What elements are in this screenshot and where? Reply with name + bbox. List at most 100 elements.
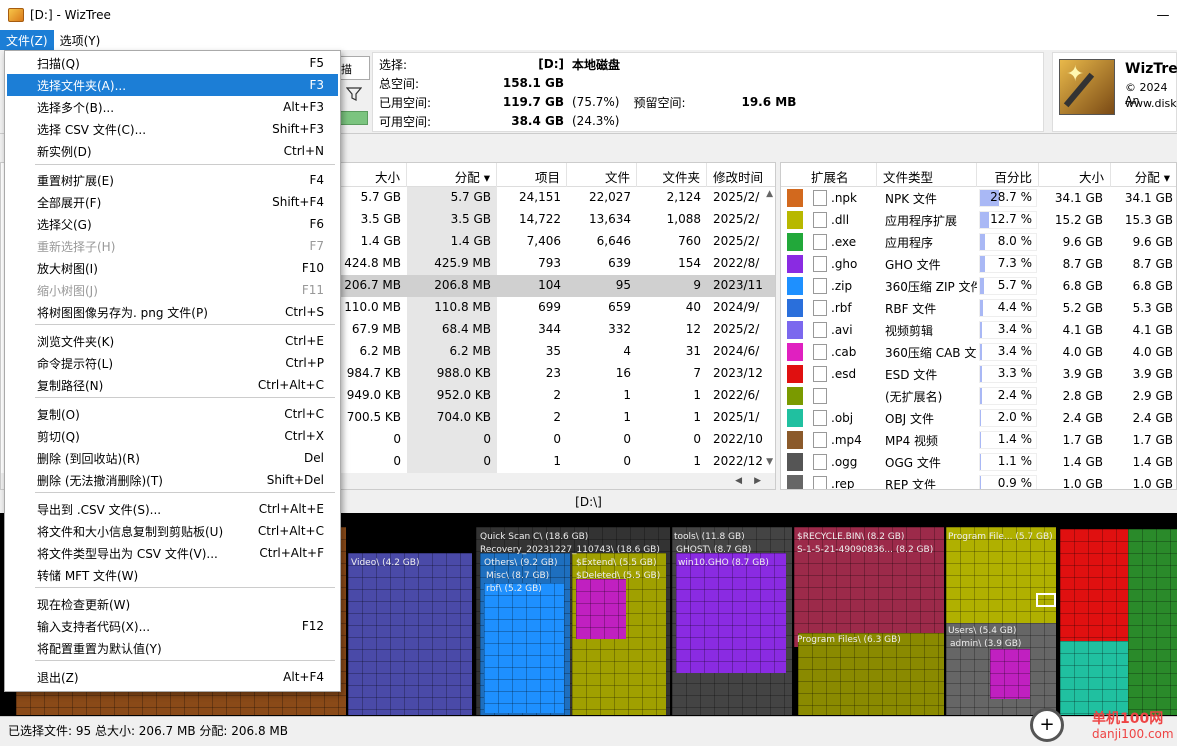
- menu-item-label: 将树图图像另存为. png 文件(P): [37, 305, 208, 320]
- tree-cell: 988.0 KB: [407, 363, 497, 385]
- treemap-block[interactable]: [348, 553, 472, 715]
- tree-row[interactable]: 700.5 KB 704.0 KB 2 1 1 2025/1/: [337, 407, 775, 429]
- treemap-block[interactable]: [1060, 529, 1128, 641]
- treemap-label: S-1-5-21-49090836... (8.2 GB): [797, 545, 934, 555]
- ext-row[interactable]: .npk NPK 文件 28.7 % 34.1 GB 34.1 GB: [781, 187, 1175, 209]
- file-menu-item[interactable]: 放大树图(I) F10: [7, 257, 338, 279]
- tree-row[interactable]: 0 0 1 0 1 2022/12: [337, 451, 775, 473]
- tree-col-header[interactable]: 分配 ▾: [407, 163, 497, 187]
- file-menu-item[interactable]: 输入支持者代码(X)... F12: [7, 615, 338, 637]
- tree-row[interactable]: 6.2 MB 6.2 MB 35 4 31 2024/6/: [337, 341, 775, 363]
- file-menu-item[interactable]: 浏览文件夹(K) Ctrl+E: [7, 330, 338, 352]
- ext-row[interactable]: .obj OBJ 文件 2.0 % 2.4 GB 2.4 GB: [781, 407, 1175, 429]
- percent-text: 28.7 %: [990, 190, 1032, 204]
- ext-row[interactable]: .ogg OGG 文件 1.1 % 1.4 GB 1.4 GB: [781, 451, 1175, 473]
- logo-name: WizTree: [1125, 61, 1177, 77]
- file-menu-item[interactable]: 复制(O) Ctrl+C: [7, 403, 338, 425]
- tree-row[interactable]: 206.7 MB 206.8 MB 104 95 9 2023/11: [337, 275, 775, 297]
- percent-bar: [980, 366, 983, 382]
- ext-type: 360压缩 CAB 文件: [885, 345, 977, 360]
- file-menu-item[interactable]: 删除 (到回收站)(R) Del: [7, 447, 338, 469]
- file-menu-item[interactable]: 命令提示符(L) Ctrl+P: [7, 352, 338, 374]
- ext-row[interactable]: .esd ESD 文件 3.3 % 3.9 GB 3.9 GB: [781, 363, 1175, 385]
- ext-col-header[interactable]: 百分比: [977, 163, 1039, 187]
- ext-col-header[interactable]: 文件类型: [877, 163, 977, 187]
- menu-file[interactable]: 文件(Z): [0, 30, 54, 50]
- scroll-down-icon[interactable]: ▼: [766, 457, 773, 467]
- tree-row[interactable]: 0 0 0 0 0 2022/10: [337, 429, 775, 451]
- tree-col-header[interactable]: 文件: [567, 163, 637, 187]
- ext-row[interactable]: .mp4 MP4 视频 1.4 % 1.7 GB 1.7 GB: [781, 429, 1175, 451]
- ext-col-header[interactable]: 分配 ▾: [1111, 163, 1176, 187]
- tree-row[interactable]: 3.5 GB 3.5 GB 14,722 13,634 1,088 2025/2/: [337, 209, 775, 231]
- tree-row[interactable]: 5.7 GB 5.7 GB 24,151 22,027 2,124 2025/2/: [337, 187, 775, 209]
- file-menu-item[interactable]: 将文件和大小信息复制到剪贴板(U) Ctrl+Alt+C: [7, 520, 338, 542]
- filter-icon[interactable]: [345, 86, 366, 106]
- file-menu-item[interactable]: 现在检查更新(W): [7, 593, 338, 615]
- ext-row[interactable]: (无扩展名) 2.4 % 2.8 GB 2.9 GB: [781, 385, 1175, 407]
- extension-list[interactable]: 扩展名 文件类型 百分比 大小 分配 ▾ .npk NPK 文件 28.7 % 34.1 GB…: [780, 162, 1177, 490]
- file-menu-item[interactable]: 删除 (无法撤消删除)(T) Shift+Del: [7, 469, 338, 491]
- treemap-label: $Extend\ (5.5 GB): [576, 558, 657, 568]
- tree-row[interactable]: 424.8 MB 425.9 MB 793 639 154 2022/8/: [337, 253, 775, 275]
- file-menu-item[interactable]: 选择 CSV 文件(C)... Shift+F3: [7, 118, 338, 140]
- used-label: 已用空间:: [379, 95, 432, 110]
- ext-row[interactable]: .gho GHO 文件 7.3 % 8.7 GB 8.7 GB: [781, 253, 1175, 275]
- ext-row[interactable]: .rep REP 文件 0.9 % 1.0 GB 1.0 GB: [781, 473, 1175, 489]
- scroll-right-icon[interactable]: ▶: [754, 476, 761, 486]
- tree-row[interactable]: 67.9 MB 68.4 MB 344 332 12 2025/2/: [337, 319, 775, 341]
- logo-website[interactable]: www.disk: [1125, 97, 1177, 110]
- file-menu-item[interactable]: 扫描(Q) F5: [7, 52, 338, 74]
- tree-row[interactable]: 984.7 KB 988.0 KB 23 16 7 2023/12: [337, 363, 775, 385]
- treemap-block[interactable]: [484, 583, 564, 713]
- file-menu-item[interactable]: 重置树扩展(E) F4: [7, 169, 338, 191]
- menu-options[interactable]: 选项(Y): [54, 30, 107, 50]
- tree-row[interactable]: 110.0 MB 110.8 MB 699 659 40 2024/9/: [337, 297, 775, 319]
- ext-row[interactable]: .rbf RBF 文件 4.4 % 5.2 GB 5.3 GB: [781, 297, 1175, 319]
- tree-cell: 699: [538, 300, 561, 314]
- ext-row[interactable]: .cab 360压缩 CAB 文件 3.4 % 4.0 GB 4.0 GB: [781, 341, 1175, 363]
- file-menu-item[interactable]: 退出(Z) Alt+F4: [7, 666, 338, 688]
- file-menu-item[interactable]: 导出到 .CSV 文件(S)... Ctrl+Alt+E: [7, 498, 338, 520]
- ext-row[interactable]: .exe 应用程序 8.0 % 9.6 GB 9.6 GB: [781, 231, 1175, 253]
- ext-col-header[interactable]: 大小: [1039, 163, 1111, 187]
- file-menu-item[interactable]: 选择父(G) F6: [7, 213, 338, 235]
- treemap-block[interactable]: [676, 553, 786, 673]
- total-label: 总空间:: [379, 76, 420, 91]
- file-menu-item[interactable]: 选择文件夹(A)... F3: [7, 74, 338, 96]
- file-menu-item[interactable]: 新实例(D) Ctrl+N: [7, 140, 338, 162]
- tree-col-header[interactable]: 修改时间: [707, 163, 775, 187]
- menu-item-shortcut: Shift+F4: [272, 195, 324, 209]
- treemap-block[interactable]: [1128, 529, 1177, 715]
- menu-item-label: 浏览文件夹(K): [37, 334, 115, 349]
- treemap-block[interactable]: [576, 579, 626, 639]
- scan-button[interactable]: 描: [338, 56, 370, 80]
- file-menu-item[interactable]: 转储 MFT 文件(W): [7, 564, 338, 586]
- file-menu-item[interactable]: 复制路径(N) Ctrl+Alt+C: [7, 374, 338, 396]
- ext-col-header[interactable]: 扩展名: [781, 163, 877, 187]
- scroll-left-icon[interactable]: ◀: [735, 476, 742, 486]
- ext-row[interactable]: .dll 应用程序扩展 12.7 % 15.2 GB 15.3 GB: [781, 209, 1175, 231]
- file-menu-item[interactable]: 将文件类型导出为 CSV 文件(V)... Ctrl+Alt+F: [7, 542, 338, 564]
- treemap-block[interactable]: [1060, 641, 1128, 715]
- tree-row[interactable]: 1.4 GB 1.4 GB 7,406 6,646 760 2025/2/: [337, 231, 775, 253]
- tree-row[interactable]: 949.0 KB 952.0 KB 2 1 1 2022/6/: [337, 385, 775, 407]
- ext-row[interactable]: .zip 360压缩 ZIP 文件 5.7 % 6.8 GB 6.8 GB: [781, 275, 1175, 297]
- tree-cell: 6.2 MB: [359, 344, 401, 358]
- file-menu-item[interactable]: 将树图图像另存为. png 文件(P) Ctrl+S: [7, 301, 338, 323]
- tree-col-header[interactable]: 大小: [337, 163, 407, 187]
- minimize-button[interactable]: —: [1140, 0, 1177, 30]
- tree-cell: 22,027: [589, 190, 631, 204]
- tree-cell: 0: [623, 432, 631, 446]
- scroll-up-icon[interactable]: ▲: [766, 189, 773, 199]
- file-menu-item[interactable]: 全部展开(F) Shift+F4: [7, 191, 338, 213]
- info-select-row: 选择: [D:] 本地磁盘: [379, 55, 620, 73]
- file-menu-item[interactable]: 剪切(Q) Ctrl+X: [7, 425, 338, 447]
- ext-row[interactable]: .avi 视频剪辑 3.4 % 4.1 GB 4.1 GB: [781, 319, 1175, 341]
- tree-col-header[interactable]: 项目: [497, 163, 567, 187]
- file-menu-item[interactable]: 选择多个(B)... Alt+F3: [7, 96, 338, 118]
- file-menu-item[interactable]: 将配置重置为默认值(Y): [7, 637, 338, 659]
- percent-bar: [980, 322, 983, 338]
- tree-col-header[interactable]: 文件夹: [637, 163, 707, 187]
- treemap-block[interactable]: [990, 649, 1030, 699]
